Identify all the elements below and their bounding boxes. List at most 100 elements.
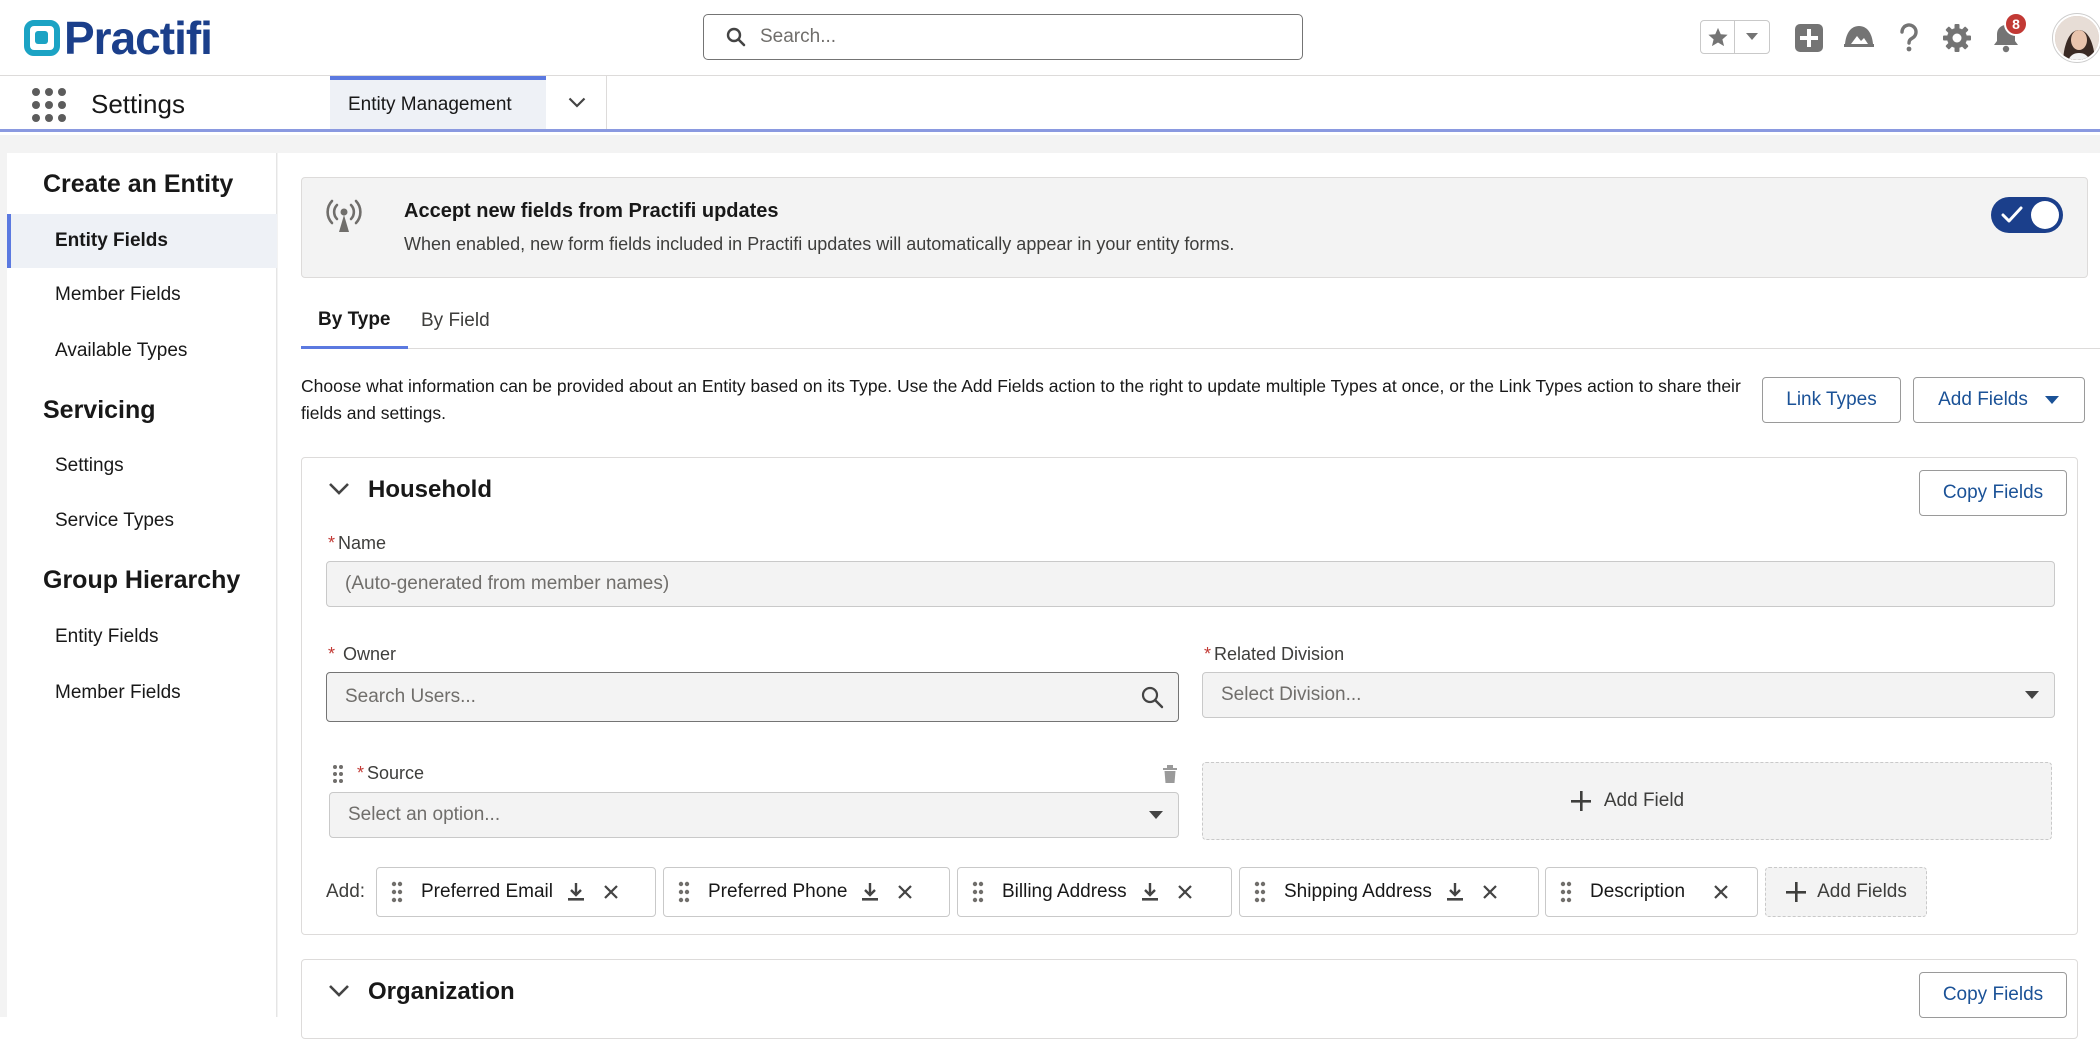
household-card: Household Copy Fields * Name (Auto-genera… [301,457,2078,935]
chip-shipping-address: Shipping Address [1239,867,1539,917]
trailhead-button[interactable] [1841,20,1877,56]
download-icon[interactable] [1446,882,1464,902]
banner-description: When enabled, new form fields included i… [404,234,1235,254]
division-placeholder: Select Division... [1221,684,1362,705]
household-title: Household [368,476,492,503]
notification-badge: 8 [2004,12,2028,36]
close-icon[interactable] [1177,884,1193,900]
grip-icon[interactable] [332,764,344,784]
trash-icon[interactable] [1162,765,1178,783]
chevron-down-icon[interactable] [328,984,350,998]
chip-label: Shipping Address [1284,881,1432,902]
updates-banner: Accept new fields from Practifi updates … [301,177,2088,278]
search-icon [1141,686,1164,709]
source-select[interactable]: Select an option... [329,792,1179,838]
view-tabs: By Type By Field [301,293,2100,349]
practifi-logo[interactable]: Practifi [24,12,213,64]
sidebar-heading-servicing: Servicing [43,396,156,424]
download-icon[interactable] [567,882,585,902]
chevron-down-icon [1149,811,1163,819]
chip-billing-address: Billing Address [957,867,1232,917]
tab-menu-button[interactable] [547,76,607,129]
add-fields-button-label: Add Fields [1938,389,2028,410]
close-icon[interactable] [1713,884,1729,900]
organization-card: Organization Copy Fields [301,959,2078,1039]
plus-icon [1786,882,1807,902]
close-icon[interactable] [1482,884,1498,900]
grip-icon[interactable] [678,881,690,903]
banner-title: Accept new fields from Practifi updates [404,200,779,222]
notifications-button[interactable]: 8 [1988,12,2028,56]
favorites-group [1700,20,1770,54]
sidebar-heading-group-hierarchy: Group Hierarchy [43,566,241,594]
add-icon [1795,24,1823,52]
add-prefix-label: Add: [326,881,366,902]
owner-label: * Owner [328,644,397,664]
grip-icon[interactable] [972,881,984,903]
global-search[interactable] [703,14,1303,60]
tab-by-type[interactable]: By Type [301,293,408,349]
link-types-button[interactable]: Link Types [1762,377,1901,423]
intro-text: Choose what information can be provided … [301,376,1741,423]
brand-name: Practifi [64,12,213,64]
setup-button[interactable] [1939,20,1975,56]
toggle-knob [2031,201,2059,229]
chip-description: Description [1545,867,1758,917]
sidebar-item-group-member-fields[interactable]: Member Fields [7,666,277,720]
chip-label: Preferred Email [421,881,553,902]
app-name: Settings [91,89,185,119]
practifi-logo-icon [24,20,60,56]
organization-title: Organization [368,978,515,1005]
chevron-down-icon[interactable] [328,482,350,496]
sidebar-item-settings[interactable]: Settings [7,439,277,493]
favorites-list-button[interactable] [1735,21,1769,53]
help-button[interactable] [1891,20,1927,56]
close-icon[interactable] [897,884,913,900]
add-fields-chip-button[interactable]: Add Fields [1765,867,1927,917]
add-fields-chip-label: Add Fields [1817,881,1907,902]
related-division-select[interactable]: Select Division... [1202,672,2055,718]
add-fields-dropdown-button[interactable]: Add Fields [1913,377,2085,423]
chevron-down-icon [1746,33,1758,40]
star-icon [1707,27,1728,47]
accept-updates-toggle[interactable] [1991,197,2063,233]
download-icon[interactable] [1141,882,1159,902]
source-label: * Source [357,763,425,783]
sidebar-item-entity-fields[interactable]: Entity Fields [7,214,277,268]
plus-icon [1570,791,1591,811]
app-launcher-icon[interactable] [32,88,66,122]
grip-icon[interactable] [391,881,403,903]
copy-fields-button[interactable]: Copy Fields [1919,972,2067,1018]
chip-label: Preferred Phone [708,881,848,902]
tab-entity-management[interactable]: Entity Management [330,76,546,129]
chip-preferred-email: Preferred Email [376,867,656,917]
chip-label: Billing Address [1002,881,1127,902]
owner-search-field[interactable]: Search Users... [326,672,1179,722]
copy-fields-button[interactable]: Copy Fields [1919,470,2067,516]
related-division-label: * Related Division [1204,644,1345,664]
grip-icon[interactable] [1254,881,1266,903]
sidebar-item-group-entity-fields[interactable]: Entity Fields [7,610,277,664]
add-field-button[interactable]: Add Field [1202,762,2052,840]
settings-sidebar: Create an Entity Entity Fields Member Fi… [7,153,277,1017]
chip-label: Description [1590,881,1686,902]
chevron-down-icon [2044,396,2059,404]
sidebar-item-service-types[interactable]: Service Types [7,494,277,548]
tab-by-field[interactable]: By Field [404,293,507,349]
app-nav-bar: Settings Entity Management [0,76,2100,132]
global-actions-button[interactable] [1791,20,1827,56]
sidebar-item-available-types[interactable]: Available Types [7,324,277,378]
sidebar-item-member-fields[interactable]: Member Fields [7,268,277,322]
user-avatar[interactable] [2053,14,2100,62]
broadcast-icon [326,199,362,232]
owner-placeholder: Search Users... [345,686,476,707]
close-icon[interactable] [603,884,619,900]
name-field: (Auto-generated from member names) [326,561,2055,607]
chip-preferred-phone: Preferred Phone [663,867,950,917]
grip-icon[interactable] [1560,881,1572,903]
favorites-button[interactable] [1701,21,1736,53]
global-header: Practifi 8 [0,0,2100,76]
check-icon [2001,206,2023,223]
search-input[interactable] [760,26,1260,48]
download-icon[interactable] [861,882,879,902]
